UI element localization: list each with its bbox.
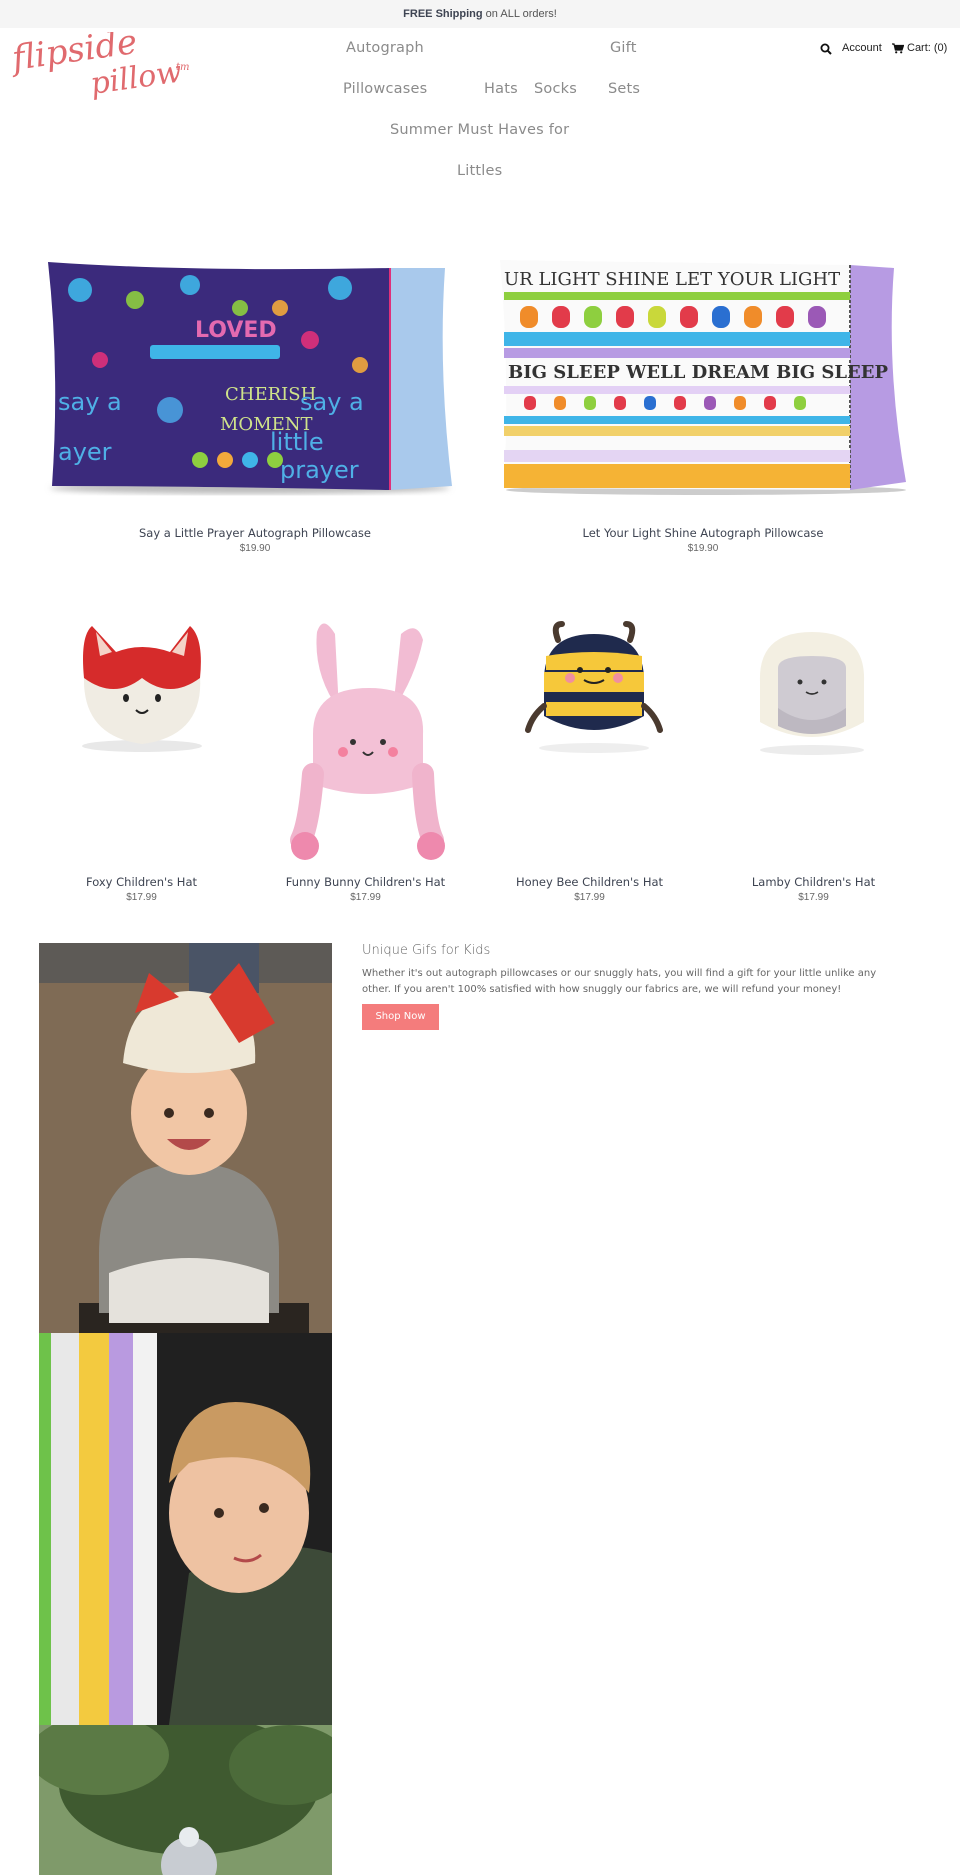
product-price-funny-bunny: $17.99	[350, 892, 381, 903]
svg-text:ayer: ayer	[58, 438, 112, 466]
nav-gift[interactable]: Gift	[610, 40, 637, 56]
promo-text: Whether it's out autograph pillowcases o…	[362, 968, 877, 995]
product-price-prayer: $19.90	[239, 543, 271, 554]
svg-text:tm: tm	[176, 62, 190, 73]
product-title-funny-bunny[interactable]: Funny Bunny Children's Hat	[254, 875, 477, 889]
hat-image-funny-bunny[interactable]	[283, 614, 453, 864]
cart-link[interactable]: Cart: (0)	[892, 42, 947, 54]
svg-text:BIG SLEEP WELL DREAM BIG SLEEP: BIG SLEEP WELL DREAM BIG SLEEP	[508, 362, 888, 383]
nav-summer-must-haves[interactable]: Summer Must Haves for	[390, 122, 569, 138]
nav-sets[interactable]: Sets	[608, 81, 640, 97]
hat-image-lamby[interactable]	[748, 622, 876, 758]
product-title-prayer[interactable]: Say a Little Prayer Autograph Pillowcase	[40, 526, 470, 540]
nav-autograph[interactable]: Autograph	[346, 40, 424, 56]
cart-icon	[892, 42, 904, 53]
cart-label: Cart: (0)	[907, 42, 948, 54]
hat-image-foxy[interactable]	[70, 616, 215, 756]
announcement-bar: FREE Shipping on ALL orders!	[0, 0, 960, 28]
product-title-light[interactable]: Let Your Light Shine Autograph Pillowcas…	[488, 526, 918, 540]
account-link[interactable]: Account	[842, 42, 882, 54]
nav-hats[interactable]: Hats	[484, 81, 518, 97]
product-price-foxy: $17.99	[126, 892, 157, 903]
shop-now-button[interactable]: Shop Now	[362, 1004, 439, 1030]
svg-text:little: little	[270, 428, 324, 456]
svg-text:UR LIGHT SHINE LET YOUR LIGHT: UR LIGHT SHINE LET YOUR LIGHT	[504, 269, 840, 290]
product-title-lamby[interactable]: Lamby Children's Hat	[702, 875, 925, 889]
hat-image-honey-bee[interactable]	[524, 620, 664, 756]
svg-text:LOVED: LOVED	[195, 318, 277, 343]
brand-logo[interactable]: flipside pillow tm	[12, 32, 197, 102]
promo-title: Unique Gifs for Kids	[362, 943, 491, 958]
nav-socks[interactable]: Socks	[534, 81, 577, 97]
product-price-light: $19.90	[687, 543, 719, 554]
pillowcase-image-light[interactable]: UR LIGHT SHINE LET YOUR LIGHT BIG SLEEP …	[494, 250, 918, 500]
product-price-honey-bee: $17.99	[574, 892, 605, 903]
nav-summer-must-haves-line2[interactable]: Littles	[457, 163, 502, 179]
svg-text:say a: say a	[58, 388, 122, 416]
product-title-foxy[interactable]: Foxy Children's Hat	[30, 875, 253, 889]
svg-text:say a: say a	[300, 388, 364, 416]
photo-outdoor-child	[39, 1725, 332, 1875]
announcement-bold: FREE Shipping	[403, 8, 483, 20]
photo-baby-fox-hat	[39, 943, 332, 1333]
announcement-text: on ALL orders!	[482, 8, 557, 20]
photo-toddler-pillowcase	[39, 1333, 332, 1725]
nav-pillowcases[interactable]: Pillowcases	[343, 81, 427, 97]
search-icon[interactable]	[820, 43, 832, 55]
pillowcase-image-prayer[interactable]: LOVED CHERISH MOMENT say a ayer say a li…	[40, 250, 458, 500]
svg-text:prayer: prayer	[280, 456, 359, 484]
product-title-honey-bee[interactable]: Honey Bee Children's Hat	[478, 875, 701, 889]
product-price-lamby: $17.99	[798, 892, 829, 903]
